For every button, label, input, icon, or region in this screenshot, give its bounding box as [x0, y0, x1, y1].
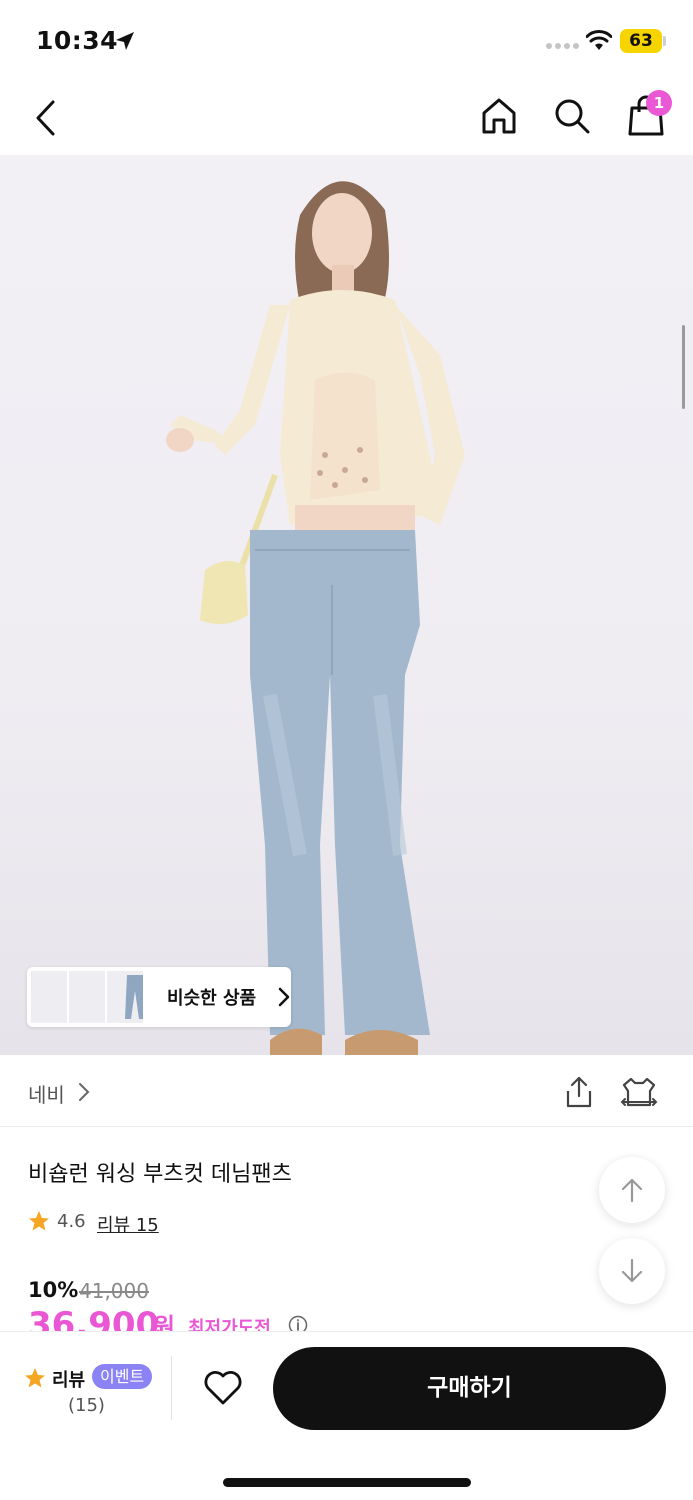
star-icon	[29, 1211, 49, 1231]
size-fit-icon[interactable]	[620, 1075, 658, 1109]
rating-value: 4.6	[57, 1211, 86, 1232]
price-unit: 원	[153, 1313, 176, 1333]
wifi-icon	[586, 30, 612, 50]
review-link[interactable]: 리뷰 15	[97, 1211, 159, 1237]
divider	[171, 1356, 172, 1420]
arrow-down-icon	[621, 1258, 643, 1283]
model-photo	[166, 181, 465, 1055]
similar-products-button[interactable]: 비슷한 상품	[27, 967, 291, 1027]
review-label: 리뷰	[52, 1370, 86, 1391]
buy-button[interactable]: 구매하기	[273, 1347, 666, 1430]
signal-dots-icon	[546, 43, 579, 49]
price-row: 36,900 원 최저가도전	[28, 1305, 328, 1333]
product-image[interactable]: 비슷한 상품	[0, 155, 693, 1055]
chevron-right-icon	[278, 987, 290, 1007]
scroll-indicator	[682, 325, 685, 409]
review-event-button[interactable]: 리뷰 이벤트	[24, 1364, 154, 1392]
home-icon[interactable]	[478, 95, 520, 137]
status-time: 10:34	[36, 26, 119, 55]
status-bar: 10:34 63	[0, 0, 693, 80]
similar-products-label: 비슷한 상품	[167, 988, 257, 1009]
sale-price: 36,900	[28, 1305, 160, 1333]
battery-indicator: 63	[620, 29, 662, 53]
back-arrow-icon[interactable]	[26, 94, 66, 142]
original-price: 41,000	[79, 1279, 149, 1303]
star-icon	[25, 1368, 45, 1388]
cart-count-badge: 1	[646, 90, 672, 116]
similar-thumb	[69, 971, 105, 1023]
similar-thumbnails	[31, 971, 143, 1023]
scroll-down-button[interactable]	[599, 1238, 665, 1304]
location-arrow-icon	[116, 32, 134, 50]
scroll-up-button[interactable]	[599, 1157, 665, 1223]
brand-row: 네비	[0, 1055, 693, 1127]
similar-thumb	[31, 971, 67, 1023]
product-title: 비숍런 워싱 부츠컷 데님팬츠	[28, 1162, 292, 1187]
arrow-up-icon	[621, 1178, 643, 1203]
home-indicator	[223, 1478, 471, 1487]
event-badge: 이벤트	[92, 1364, 153, 1389]
bottom-action-bar: 리뷰 이벤트 (15) 구매하기	[0, 1331, 693, 1500]
similar-thumb	[107, 971, 143, 1023]
share-icon[interactable]	[563, 1075, 595, 1109]
brand-link[interactable]: 네비	[28, 1079, 65, 1108]
top-navigation	[0, 80, 693, 156]
battery-nub	[663, 36, 666, 46]
heart-icon[interactable]	[202, 1368, 244, 1408]
search-icon[interactable]	[551, 95, 593, 137]
review-count: (15)	[68, 1395, 105, 1416]
discount-rate: 10%	[28, 1278, 79, 1302]
chevron-right-icon	[79, 1083, 90, 1101]
